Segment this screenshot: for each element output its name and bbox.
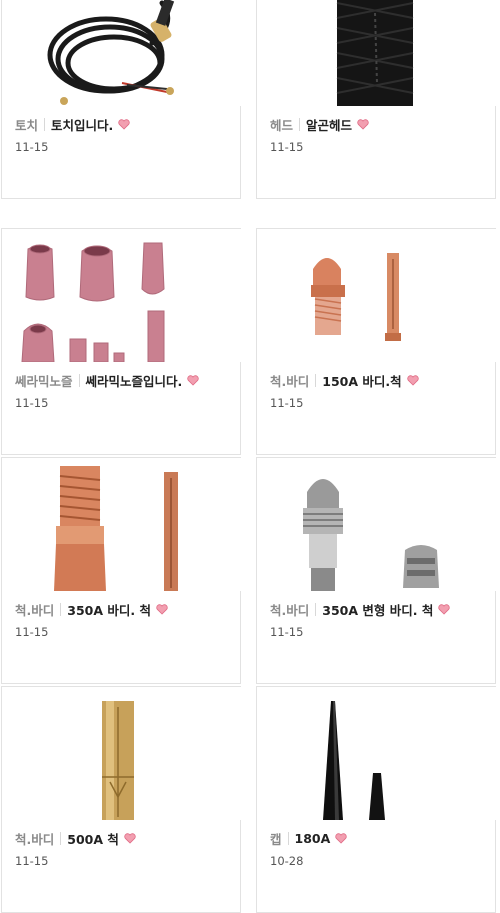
ceramic-nozzle-image — [2, 229, 242, 362]
product-card[interactable]: 척.바디 150A 바디.척 11-15 — [256, 228, 497, 455]
collet-body-150a-image — [257, 229, 497, 362]
product-category[interactable]: 척.바디 — [270, 600, 309, 619]
heart-icon[interactable] — [335, 832, 347, 844]
product-card[interactable]: 척.바디 500A 척 11-15 — [1, 686, 242, 913]
product-meta: 캡 180A — [270, 828, 489, 848]
product-date: 11-15 — [15, 854, 49, 868]
product-date: 11-15 — [270, 625, 304, 639]
product-title[interactable]: 180A — [295, 831, 331, 846]
product-meta: 토치 토치입니다. — [15, 114, 234, 134]
product-meta: 척.바디 350A 바디. 척 — [15, 599, 234, 619]
divider — [44, 117, 46, 131]
product-category[interactable]: 캡 — [270, 829, 282, 848]
product-card[interactable]: 척.바디 350A 바디. 척 11-15 — [1, 457, 242, 684]
heart-icon[interactable] — [124, 832, 136, 844]
product-thumbnail[interactable] — [2, 229, 242, 362]
product-title[interactable]: 알곤헤드 — [306, 115, 352, 134]
torch-cable-image — [2, 0, 242, 106]
product-thumbnail[interactable] — [257, 458, 497, 591]
product-category[interactable]: 척.바디 — [270, 371, 309, 390]
heart-icon[interactable] — [187, 374, 199, 386]
divider — [60, 831, 62, 845]
collet-500a-image — [2, 687, 242, 820]
product-meta: 헤드 알곤헤드 — [270, 114, 489, 134]
back-cap-image — [257, 687, 497, 820]
product-title[interactable]: 쎄라믹노즐입니다. — [86, 371, 183, 390]
product-title[interactable]: 토치입니다. — [51, 115, 113, 134]
product-category[interactable]: 쎄라믹노즐 — [15, 371, 73, 390]
divider — [78, 373, 80, 387]
heart-icon[interactable] — [156, 603, 168, 615]
product-card[interactable]: 쎄라믹노즐 쎄라믹노즐입니다. 11-15 — [1, 228, 242, 455]
product-meta: 척.바디 500A 척 — [15, 828, 234, 848]
divider — [60, 602, 62, 616]
product-date: 11-15 — [15, 396, 49, 410]
product-thumbnail[interactable] — [2, 687, 242, 820]
product-thumbnail[interactable] — [257, 229, 497, 362]
divider — [287, 831, 289, 845]
product-meta: 척.바디 150A 바디.척 — [270, 370, 489, 390]
product-meta: 쎄라믹노즐 쎄라믹노즐입니다. — [15, 370, 234, 390]
heart-icon[interactable] — [118, 118, 130, 130]
product-category[interactable]: 척.바디 — [15, 600, 54, 619]
product-card[interactable]: 척.바디 350A 변형 바디. 척 11-15 — [256, 457, 497, 684]
product-date: 10-28 — [270, 854, 304, 868]
product-title[interactable]: 150A 바디.척 — [322, 371, 401, 390]
product-category[interactable]: 토치 — [15, 115, 38, 134]
product-meta: 척.바디 350A 변형 바디. 척 — [270, 599, 489, 619]
divider — [315, 373, 317, 387]
modified-body-350a-image — [257, 458, 497, 591]
heart-icon[interactable] — [406, 374, 419, 386]
product-card[interactable]: 토치 토치입니다. 11-15 — [1, 0, 242, 199]
divider — [299, 117, 301, 131]
product-date: 11-15 — [270, 396, 304, 410]
product-thumbnail[interactable] — [257, 687, 497, 820]
product-title[interactable]: 350A 변형 바디. 척 — [322, 600, 433, 619]
product-thumbnail[interactable] — [2, 458, 242, 591]
product-title[interactable]: 350A 바디. 척 — [67, 600, 151, 619]
product-title[interactable]: 500A 척 — [67, 829, 119, 848]
heart-icon[interactable] — [357, 118, 369, 130]
head-sleeve-image — [257, 0, 497, 106]
product-date: 11-15 — [270, 140, 304, 154]
product-thumbnail[interactable] — [257, 0, 497, 106]
product-date: 11-15 — [15, 625, 49, 639]
product-date: 11-15 — [15, 140, 49, 154]
product-category[interactable]: 헤드 — [270, 115, 293, 134]
collet-body-350a-image — [2, 458, 242, 591]
divider — [315, 602, 317, 616]
product-category[interactable]: 척.바디 — [15, 829, 54, 848]
heart-icon[interactable] — [438, 603, 450, 615]
product-card[interactable]: 캡 180A 10-28 — [256, 686, 497, 913]
product-card[interactable]: 헤드 알곤헤드 11-15 — [256, 0, 497, 199]
product-thumbnail[interactable] — [2, 0, 242, 106]
